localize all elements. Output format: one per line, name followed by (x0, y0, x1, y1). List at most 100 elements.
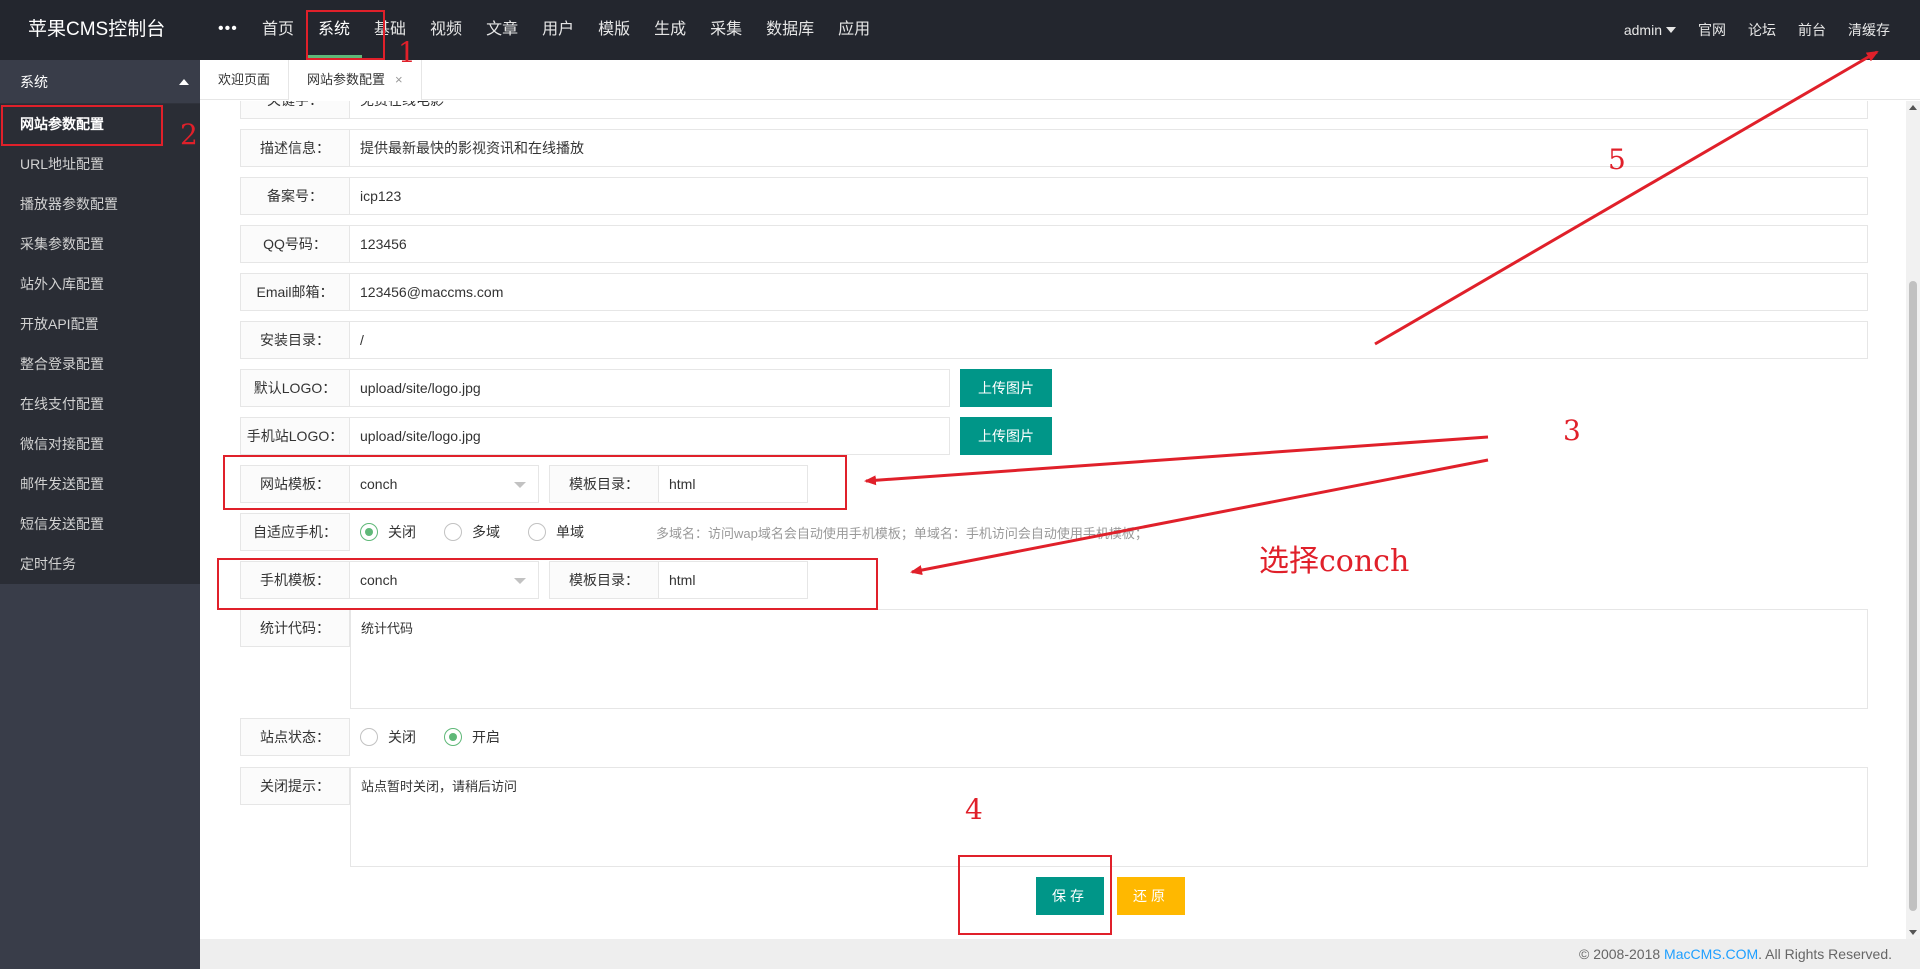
site-status-radio-group: 关闭 开启 (360, 718, 528, 756)
annotation-number-2: 2 (180, 118, 198, 151)
qq-input[interactable]: 123456 (350, 225, 1868, 263)
sidebar-item-api-config[interactable]: 开放API配置 (0, 304, 200, 344)
caret-up-icon (179, 79, 189, 85)
radio-label: 单域 (556, 524, 584, 540)
sidebar: 系统 网站参数配置 URL地址配置 播放器参数配置 采集参数配置 站外入库配置 … (0, 60, 200, 969)
icp-input[interactable]: icp123 (350, 177, 1868, 215)
nav-article[interactable]: 文章 (474, 0, 530, 60)
upload-logo-button[interactable]: 上传图片 (960, 369, 1052, 407)
annotation-number-4: 4 (965, 793, 983, 826)
user-menu[interactable]: admin (1624, 22, 1676, 38)
field-label: 安装目录： (240, 321, 350, 359)
form-row-keywords: 关键字： 免费在线电影 (240, 101, 1868, 119)
footer-rights: . All Rights Reserved. (1758, 946, 1892, 962)
logo-input[interactable]: upload/site/logo.jpg (350, 369, 950, 407)
sidebar-item-player-config[interactable]: 播放器参数配置 (0, 184, 200, 224)
annotation-box-mobile-template (217, 558, 878, 610)
install-dir-input[interactable]: / (350, 321, 1868, 359)
site-status-radio-on[interactable]: 开启 (444, 727, 500, 747)
radio-label: 关闭 (388, 524, 416, 540)
adaptive-hint: 多域名：访问wap域名会自动使用手机模板；单域名：手机访问会自动使用手机模板； (656, 525, 1148, 541)
sidebar-item-wechat-config[interactable]: 微信对接配置 (0, 424, 200, 464)
annotation-number-5: 5 (1608, 143, 1626, 176)
adaptive-radio-off[interactable]: 关闭 (360, 522, 416, 542)
sidebar-item-sms-config[interactable]: 短信发送配置 (0, 504, 200, 544)
tab-label: 欢迎页面 (218, 72, 271, 87)
top-header: 苹果CMS控制台 ••• 首页 系统 基础 视频 文章 用户 模版 生成 采集 … (0, 0, 1920, 60)
adaptive-radio-group: 关闭 多域 单域 多域名：访问wap域名会自动使用手机模板；单域名：手机访问会自… (360, 513, 1148, 551)
sidebar-item-payment-config[interactable]: 在线支付配置 (0, 384, 200, 424)
link-official-site[interactable]: 官网 (1698, 20, 1726, 40)
scrollbar-thumb[interactable] (1909, 281, 1917, 911)
form-row-icp: 备案号： icp123 (240, 177, 1868, 215)
more-menu-icon[interactable]: ••• (218, 0, 238, 60)
caret-down-icon (1666, 27, 1676, 33)
field-label: 关键字： (240, 101, 350, 119)
nav-apps[interactable]: 应用 (826, 0, 882, 60)
sidebar-item-cron[interactable]: 定时任务 (0, 544, 200, 584)
sidebar-item-email-config[interactable]: 邮件发送配置 (0, 464, 200, 504)
app-logo[interactable]: 苹果CMS控制台 (28, 0, 165, 60)
header-right: admin 官网 论坛 前台 清缓存 (1602, 0, 1890, 60)
nav-home[interactable]: 首页 (250, 0, 306, 60)
user-name: admin (1623, 22, 1662, 38)
upload-mobile-logo-button[interactable]: 上传图片 (960, 417, 1052, 455)
sidebar-item-login-config[interactable]: 整合登录配置 (0, 344, 200, 384)
adaptive-radio-single[interactable]: 单域 (528, 522, 584, 542)
field-label: 手机站LOGO： (240, 417, 350, 455)
tab-welcome[interactable]: 欢迎页面 (200, 60, 290, 100)
field-label: 统计代码： (240, 609, 350, 647)
mobile-logo-input[interactable]: upload/site/logo.jpg (350, 417, 950, 455)
site-status-radio-off[interactable]: 关闭 (360, 727, 416, 747)
sidebar-section-label: 系统 (20, 74, 48, 90)
tab-label: 网站参数配置 (307, 72, 386, 87)
radio-icon (444, 523, 462, 541)
scrollbar[interactable] (1906, 101, 1920, 939)
nav-database[interactable]: 数据库 (754, 0, 826, 60)
sidebar-section-system[interactable]: 系统 (0, 60, 200, 104)
nav-video[interactable]: 视频 (418, 0, 474, 60)
description-input[interactable]: 提供最新最快的影视资讯和在线播放 (350, 129, 1868, 167)
clear-cache-link[interactable]: 清缓存 (1848, 20, 1890, 40)
stats-code-textarea[interactable]: 统计代码 (350, 609, 1868, 709)
form-row-logo: 默认LOGO： upload/site/logo.jpg 上传图片 (240, 369, 1052, 407)
nav-collect[interactable]: 采集 (698, 0, 754, 60)
tab-bar: 欢迎页面 网站参数配置 × (200, 60, 1920, 100)
field-label: 描述信息： (240, 129, 350, 167)
annotation-box-1 (306, 10, 385, 60)
field-label: 备案号： (240, 177, 350, 215)
footer: © 2008-2018 MacCMS.COM. All Rights Reser… (200, 939, 1920, 969)
scroll-up-icon[interactable] (1909, 105, 1917, 110)
radio-icon (360, 728, 378, 746)
field-label: 关闭提示： (240, 767, 350, 805)
keywords-input[interactable]: 免费在线电影 (350, 101, 1868, 119)
annotation-number-1: 1 (398, 36, 416, 69)
form-row-install-dir: 安装目录： / (240, 321, 1868, 359)
field-label: QQ号码： (240, 225, 350, 263)
email-input[interactable]: 123456@maccms.com (350, 273, 1868, 311)
link-forum[interactable]: 论坛 (1748, 20, 1776, 40)
field-label: Email邮箱： (240, 273, 350, 311)
sidebar-item-import-config[interactable]: 站外入库配置 (0, 264, 200, 304)
adaptive-radio-multi[interactable]: 多域 (444, 522, 500, 542)
sidebar-item-url-config[interactable]: URL地址配置 (0, 144, 200, 184)
link-frontend[interactable]: 前台 (1798, 20, 1826, 40)
close-tip-textarea[interactable]: 站点暂时关闭，请稍后访问 (350, 767, 1868, 867)
nav-generate[interactable]: 生成 (642, 0, 698, 60)
main-content: 关键字： 免费在线电影 描述信息： 提供最新最快的影视资讯和在线播放 备案号： … (200, 101, 1900, 939)
annotation-box-4 (958, 855, 1112, 935)
radio-checked-icon (444, 728, 462, 746)
form-row-site-status: 站点状态： 关闭 开启 (240, 718, 528, 756)
reset-button[interactable]: 还原 (1117, 877, 1185, 915)
nav-template[interactable]: 模版 (586, 0, 642, 60)
annotation-number-3: 3 (1563, 414, 1581, 447)
scroll-down-icon[interactable] (1909, 930, 1917, 935)
form-row-stats: 统计代码： 统计代码 (240, 609, 1868, 709)
radio-label: 关闭 (388, 729, 416, 745)
annotation-box-template (223, 455, 847, 510)
nav-user[interactable]: 用户 (530, 0, 586, 60)
field-label: 站点状态： (240, 718, 350, 756)
sidebar-list: 网站参数配置 URL地址配置 播放器参数配置 采集参数配置 站外入库配置 开放A… (0, 104, 200, 584)
sidebar-item-collect-config[interactable]: 采集参数配置 (0, 224, 200, 264)
footer-brand-link[interactable]: MacCMS.COM (1664, 946, 1758, 962)
